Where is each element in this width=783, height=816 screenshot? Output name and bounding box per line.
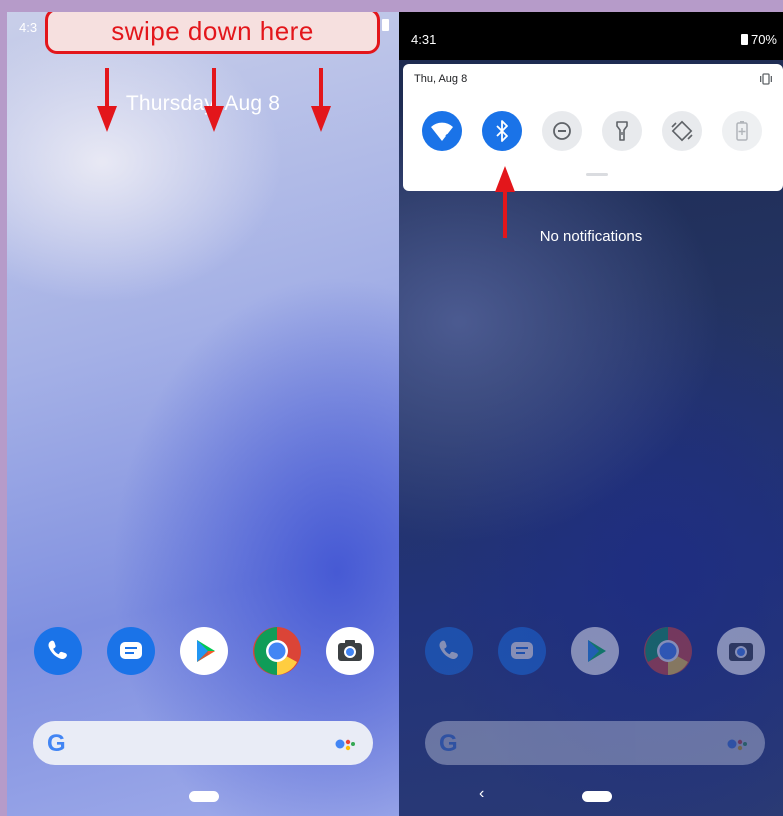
battery-percent: 70% (750, 32, 777, 47)
home-pill[interactable] (189, 791, 219, 802)
status-bar[interactable]: 4:31 70% (399, 12, 783, 60)
google-search-bar: G (425, 721, 765, 765)
panel-expand-handle[interactable] (586, 173, 608, 176)
camera-icon (717, 627, 765, 675)
messages-icon (498, 627, 546, 675)
back-button[interactable]: ‹ (479, 785, 484, 803)
phone-icon[interactable] (34, 627, 82, 675)
home-pill[interactable] (582, 791, 612, 802)
google-logo: G (47, 730, 66, 757)
messages-icon[interactable] (107, 627, 155, 675)
app-dock (399, 627, 783, 683)
do-not-disturb-tile[interactable] (542, 111, 582, 151)
down-arrow-icon (204, 68, 224, 132)
play-store-icon (571, 627, 619, 675)
auto-rotate-tile[interactable] (662, 111, 702, 151)
flashlight-icon (602, 111, 642, 151)
bluetooth-tile[interactable] (482, 111, 522, 151)
battery-saver-tile[interactable] (722, 111, 762, 151)
camera-icon[interactable] (326, 627, 374, 675)
chrome-icon[interactable] (253, 627, 301, 675)
status-time: 4:3 (19, 20, 38, 35)
auto-rotate-icon (662, 111, 702, 151)
bluetooth-icon (482, 111, 522, 151)
assistant-icon[interactable] (335, 736, 357, 752)
empty-notifications-message: No notifications (539, 228, 643, 245)
down-arrow-icon (311, 68, 331, 132)
down-arrow-icon (97, 68, 117, 132)
battery-status: 70% (740, 32, 777, 47)
panel-date: Thu, Aug 8 (414, 73, 468, 85)
svg-text:?: ? (445, 133, 451, 144)
up-arrow-icon (495, 166, 515, 238)
do-not-disturb-icon (542, 111, 582, 151)
chrome-icon (644, 627, 692, 675)
wifi-tile[interactable]: ? (422, 111, 462, 151)
phone-icon (425, 627, 473, 675)
notification-shade-screen: 4:31 70% Thu, Aug 8 ? No notifications G… (399, 12, 783, 816)
swipe-annotation: swipe down here (45, 8, 380, 54)
battery-icon (740, 34, 748, 45)
battery-saver-icon (722, 111, 762, 151)
google-logo: G (439, 730, 458, 757)
battery-icon (382, 19, 389, 31)
flashlight-tile[interactable] (602, 111, 642, 151)
play-store-icon[interactable] (180, 627, 228, 675)
app-dock (7, 627, 399, 683)
vibrate-icon (760, 73, 772, 85)
wifi-icon: ? (422, 111, 462, 151)
status-time: 4:31 (411, 32, 437, 47)
google-search-bar[interactable]: G (33, 721, 373, 765)
assistant-icon (727, 739, 747, 751)
quick-settings-panel: Thu, Aug 8 ? (403, 64, 783, 191)
